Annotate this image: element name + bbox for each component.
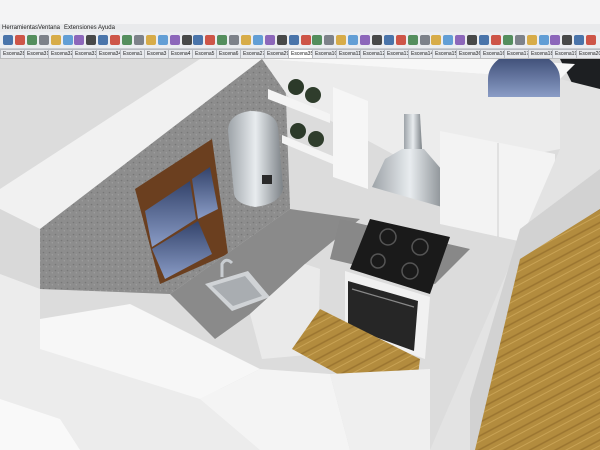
move-icon[interactable]	[98, 35, 109, 45]
scene-tab[interactable]: Escena4	[168, 49, 194, 58]
offset-icon[interactable]	[133, 35, 144, 45]
scene-tab[interactable]: Escena5	[192, 49, 218, 58]
iso-view-icon[interactable]	[288, 35, 299, 45]
hidden-line-icon[interactable]	[383, 35, 394, 45]
3d-viewport[interactable]	[0, 59, 600, 450]
xray-icon[interactable]	[360, 35, 370, 45]
trim-icon[interactable]	[562, 35, 573, 45]
menu-herramientas[interactable]: Herramientas	[2, 25, 38, 32]
rotate-icon[interactable]	[110, 35, 121, 45]
select-icon[interactable]	[3, 35, 13, 45]
shaded-icon[interactable]	[395, 35, 406, 45]
sketchup-window: Herramientas Ventana Extensiones Ayuda E…	[0, 0, 600, 450]
plant-pot-4	[308, 131, 324, 147]
menu-extensiones[interactable]: Extensiones	[64, 25, 97, 32]
front-view-icon[interactable]	[312, 35, 323, 45]
top-view-icon[interactable]	[300, 35, 311, 45]
menu-ayuda[interactable]: Ayuda	[98, 25, 115, 32]
look-around-icon[interactable]	[264, 35, 275, 45]
scale-icon[interactable]	[122, 35, 132, 45]
tape-measure-icon[interactable]	[145, 35, 156, 45]
section-plane-icon[interactable]	[181, 35, 192, 45]
plant-pot-3	[290, 123, 306, 139]
subtract-icon[interactable]	[550, 35, 561, 45]
sandbox-icon[interactable]	[276, 35, 287, 45]
range-hood-chimney	[404, 114, 422, 149]
component-icon[interactable]	[38, 35, 49, 45]
fog-icon[interactable]	[443, 35, 454, 45]
water-heater-panel	[262, 175, 272, 184]
back-view-icon[interactable]	[336, 35, 347, 45]
eraser-icon[interactable]	[14, 35, 25, 45]
paint-bucket-icon[interactable]	[26, 35, 37, 45]
outer-shell-icon[interactable]	[586, 35, 597, 45]
left-view-icon[interactable]	[348, 35, 359, 45]
extension-icon[interactable]	[467, 35, 478, 45]
menu-ventana[interactable]: Ventana	[38, 25, 60, 32]
push-pull-icon[interactable]	[86, 35, 97, 45]
orbit-icon[interactable]	[193, 35, 204, 45]
solid-tools-icon[interactable]	[514, 35, 525, 45]
textured-icon[interactable]	[407, 35, 418, 45]
wall-cabinet-tall	[333, 87, 368, 189]
scene-tab[interactable]: Escena20	[576, 49, 600, 58]
plant-pot-1	[288, 79, 304, 95]
menu-bar	[0, 0, 600, 24]
camera-icon[interactable]	[241, 35, 251, 45]
scene-tab[interactable]: Escena3	[144, 49, 170, 58]
line-icon[interactable]	[62, 35, 73, 45]
shadow-icon[interactable]	[431, 35, 442, 45]
right-view-icon[interactable]	[324, 35, 335, 45]
style-icon[interactable]	[490, 35, 501, 45]
wireframe-icon[interactable]	[371, 35, 382, 45]
walk-icon[interactable]	[252, 35, 263, 45]
scene-tab[interactable]: Escena1	[120, 49, 146, 58]
intersect-icon[interactable]	[526, 35, 537, 45]
plant-pot-2	[305, 87, 321, 103]
text-icon[interactable]	[169, 35, 180, 45]
scene-tab[interactable]: Escena6	[216, 49, 242, 58]
zoom-icon[interactable]	[217, 35, 228, 45]
scene-icon[interactable]	[502, 35, 513, 45]
zoom-extents-icon[interactable]	[229, 35, 240, 45]
arc-icon[interactable]	[74, 35, 85, 45]
layout-icon[interactable]	[479, 35, 489, 45]
pan-icon[interactable]	[205, 35, 216, 45]
warehouse-icon[interactable]	[455, 35, 466, 45]
water-heater	[228, 111, 283, 207]
split-icon[interactable]	[574, 35, 585, 45]
union-icon[interactable]	[538, 35, 549, 45]
dimension-icon[interactable]	[157, 35, 168, 45]
rectangle-icon[interactable]	[50, 35, 61, 45]
round-window	[488, 59, 560, 97]
monochrome-icon[interactable]	[419, 35, 430, 45]
